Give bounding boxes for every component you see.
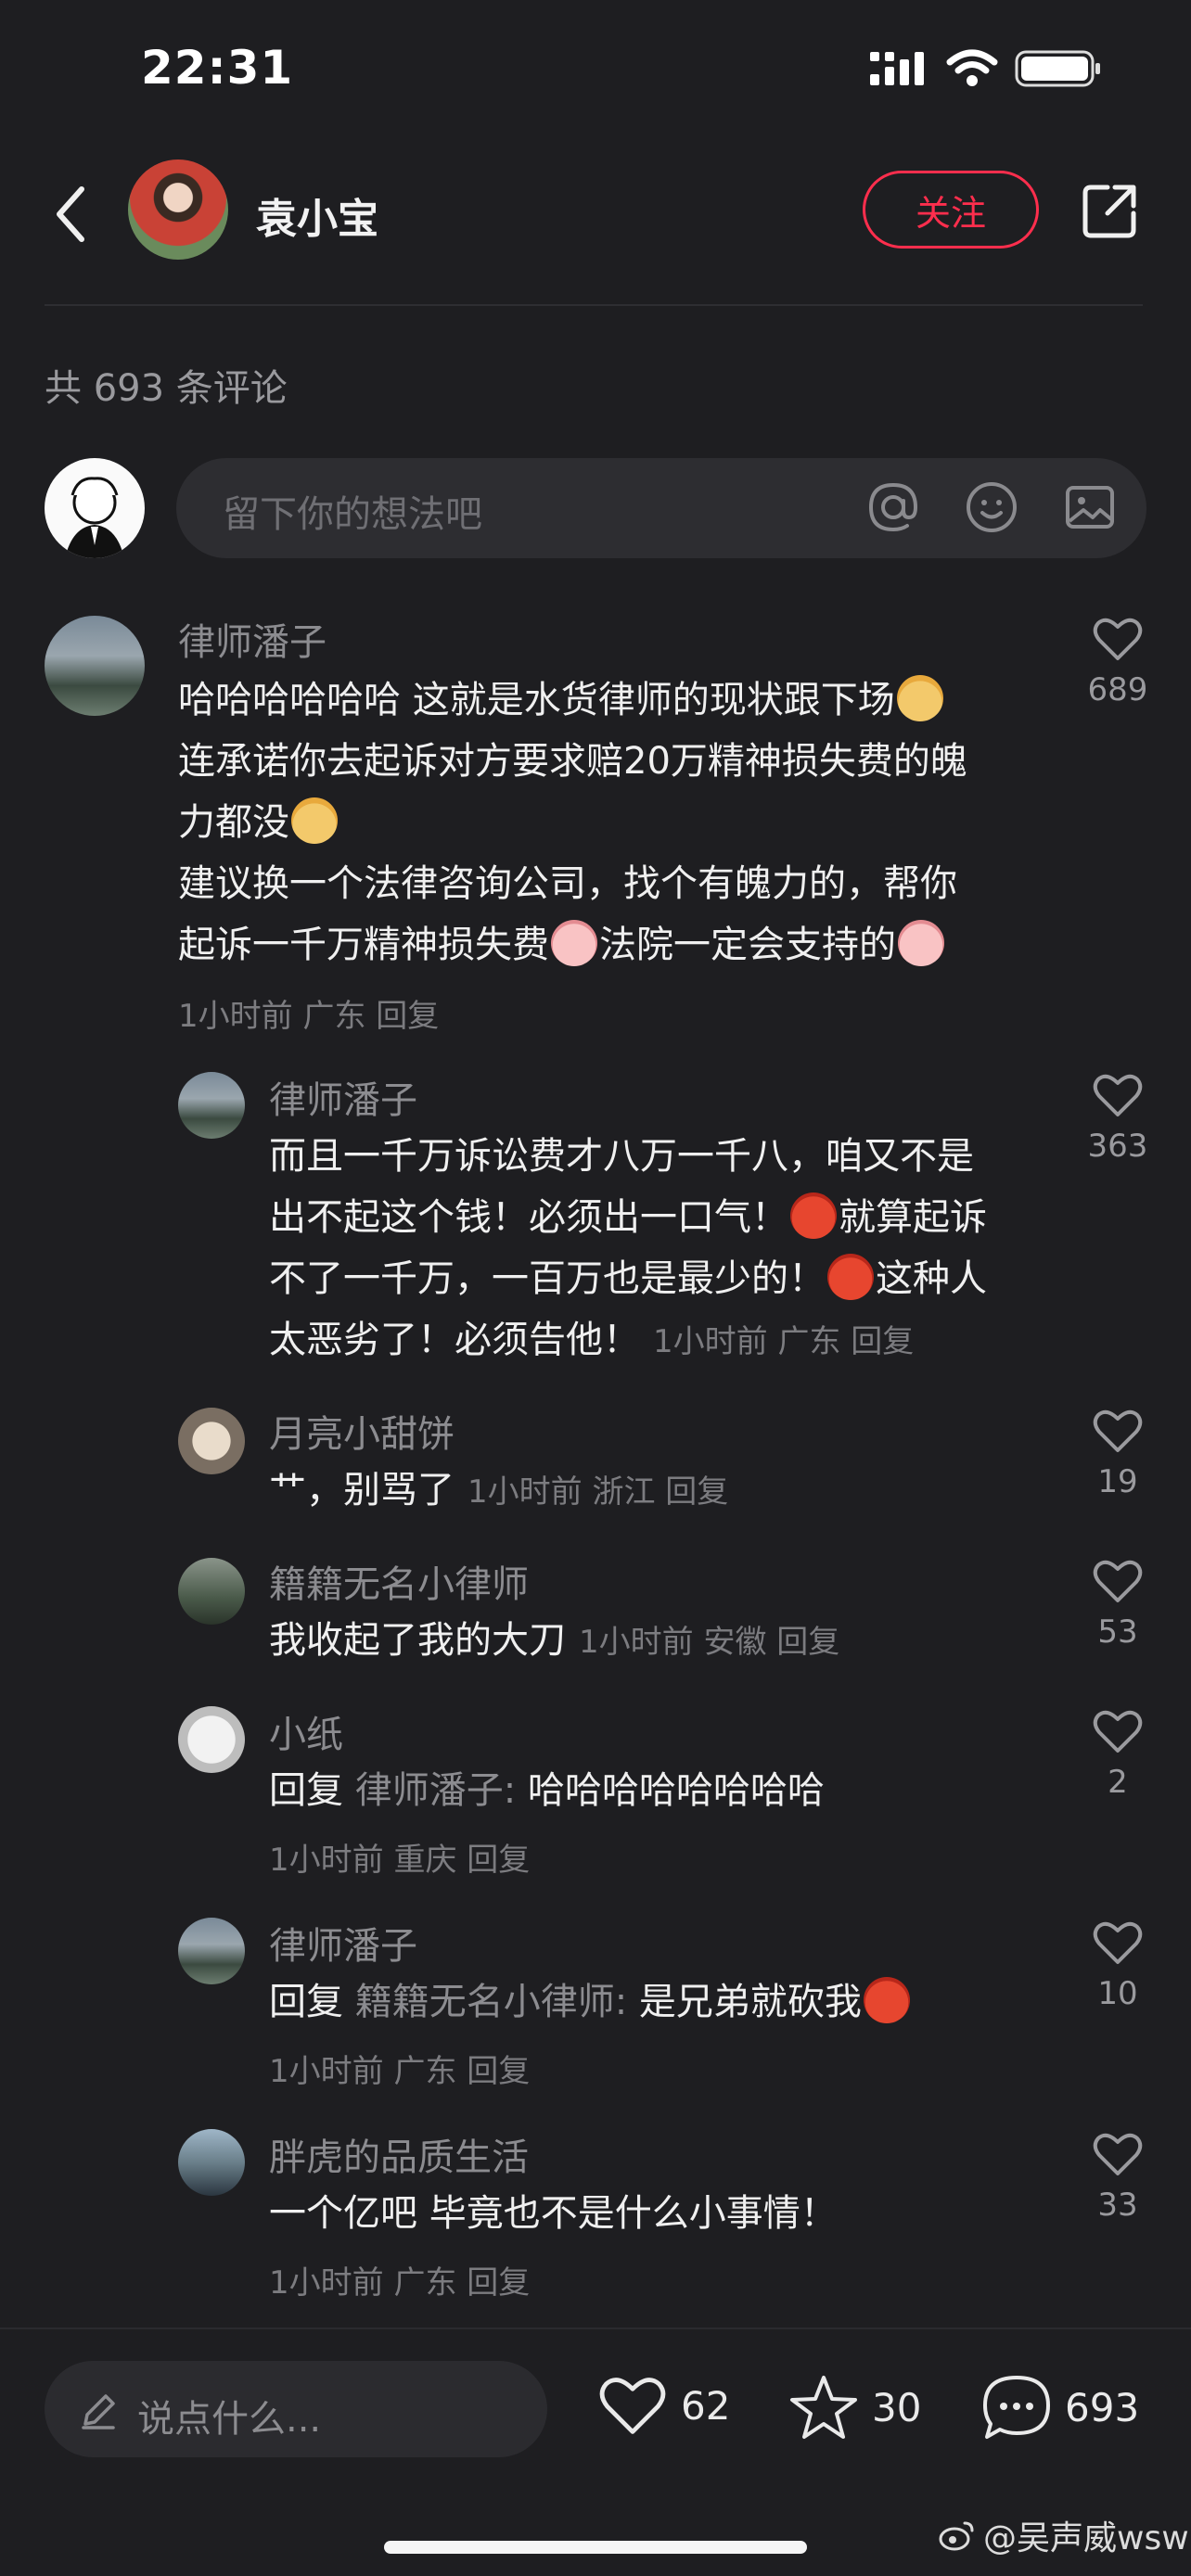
comment-count: 共 693 条评论	[45, 367, 288, 410]
reply-to-user[interactable]: 律师潘子:	[355, 1769, 516, 1812]
home-indicator[interactable]	[384, 2541, 807, 2554]
like-action[interactable]: 62	[597, 2374, 730, 2437]
reply-body: 回复 籍籍无名小律师: 是兄弟就砍我	[269, 1971, 912, 2033]
weibo-logo-icon	[939, 2521, 974, 2551]
reply-author[interactable]: 律师潘子	[269, 1916, 417, 1970]
comment-like[interactable]: 689	[1076, 616, 1159, 708]
emoji-pig-icon	[898, 920, 944, 966]
like-count: 10	[1097, 1975, 1138, 2012]
like-count: 19	[1097, 1463, 1138, 1500]
emoji-face-icon	[291, 797, 338, 844]
heart-icon[interactable]	[1092, 1919, 1144, 1966]
emoji-smile-icon[interactable]	[965, 480, 1018, 534]
comment-meta[interactable]: 1小时前 广东 回复	[178, 990, 439, 1036]
reply-like[interactable]: 2	[1076, 1708, 1159, 1801]
like-count: 33	[1097, 2187, 1138, 2224]
reply-body: 一个亿吧 毕竟也不是什么小事情！	[269, 2192, 838, 2235]
star-action[interactable]: 30	[788, 2374, 921, 2441]
reply-meta[interactable]: 1小时前 广东 回复	[653, 1323, 914, 1360]
reply-body: 回复 律师潘子: 哈哈哈哈哈哈哈哈	[269, 1769, 825, 1812]
cellular-signal-icon	[870, 52, 924, 85]
watermark: @吴声威wsw	[939, 2511, 1189, 2559]
author-name[interactable]: 袁小宝	[256, 185, 378, 245]
emoji-pig-icon	[551, 920, 597, 966]
battery-icon	[1015, 50, 1100, 87]
share-icon[interactable]	[1080, 182, 1139, 241]
reply-avatar[interactable]	[178, 1706, 245, 1773]
heart-icon[interactable]	[1092, 616, 1144, 662]
bottom-divider	[0, 2327, 1191, 2329]
say-placeholder: 说点什么...	[137, 2398, 322, 2441]
emoji-angry-icon	[863, 1977, 910, 2023]
reply-meta[interactable]: 1小时前 浙江 回复	[467, 1473, 728, 1511]
emoji-face-icon	[896, 675, 943, 721]
mention-at-icon[interactable]	[866, 480, 920, 534]
my-avatar[interactable]	[45, 458, 145, 558]
reply-avatar[interactable]	[178, 1918, 245, 1984]
heart-icon[interactable]	[1092, 1708, 1144, 1754]
pencil-icon	[82, 2394, 115, 2429]
reply-like[interactable]: 33	[1076, 2131, 1159, 2224]
input-tools	[866, 480, 1117, 534]
image-picker-icon[interactable]	[1063, 480, 1117, 534]
reply-author[interactable]: 胖虎的品质生活	[269, 2127, 529, 2181]
like-count: 53	[1097, 1613, 1138, 1651]
like-count: 689	[1087, 671, 1148, 708]
comment-input-placeholder: 留下你的想法吧	[223, 493, 482, 536]
comment-author[interactable]: 律师潘子	[178, 612, 327, 666]
reply-author[interactable]: 律师潘子	[269, 1070, 417, 1124]
reply-like[interactable]: 10	[1076, 1919, 1159, 2012]
emoji-angry-icon	[790, 1192, 837, 1239]
say-something-input[interactable]: 说点什么...	[45, 2361, 547, 2457]
like-count: 2	[1108, 1764, 1128, 1801]
reply-meta[interactable]: 1小时前 重庆 回复	[269, 1834, 530, 1880]
reply-like[interactable]: 363	[1076, 1072, 1159, 1165]
heart-icon[interactable]	[1092, 1558, 1144, 1604]
star-total: 30	[872, 2384, 922, 2430]
reply-body: 我收起了我的大刀 1小时前 安徽 回复	[269, 1619, 840, 1662]
reply-body: 艹，别骂了 1小时前 浙江 回复	[269, 1469, 729, 1511]
reply-author[interactable]: 月亮小甜饼	[269, 1404, 455, 1458]
chat-bubble-icon[interactable]	[981, 2374, 1052, 2441]
status-icons	[868, 48, 1102, 89]
comment-action[interactable]: 693	[981, 2374, 1139, 2441]
reply-author[interactable]: 小纸	[269, 1704, 343, 1758]
reply-like[interactable]: 19	[1076, 1408, 1159, 1500]
reply-body: 而且一千万诉讼费才八万一千八，咱又不是 出不起这个钱！必须出一口气！ 就算起诉 不…	[269, 1135, 987, 1361]
back-chevron-icon[interactable]	[48, 182, 95, 247]
like-total: 62	[681, 2382, 731, 2429]
reply-avatar[interactable]	[178, 1558, 245, 1625]
reply-avatar[interactable]	[178, 1072, 245, 1139]
reply-meta[interactable]: 1小时前 安徽 回复	[579, 1624, 839, 1661]
heart-icon[interactable]	[1092, 1072, 1144, 1118]
wifi-icon	[946, 49, 998, 86]
reply-like[interactable]: 53	[1076, 1558, 1159, 1651]
comment-total: 693	[1065, 2384, 1140, 2430]
reply-to-user[interactable]: 籍籍无名小律师:	[355, 1981, 627, 2023]
reply-author[interactable]: 籍籍无名小律师	[269, 1554, 529, 1608]
comment-input[interactable]: 留下你的想法吧	[176, 458, 1146, 558]
reply-avatar[interactable]	[178, 1408, 245, 1474]
comment-body: 哈哈哈哈哈哈 这就是水货律师的现状跟下场 连承诺你去起诉对方要求赔20万精神损失…	[178, 670, 1031, 976]
reply-meta[interactable]: 1小时前 广东 回复	[269, 2046, 530, 2091]
header-divider	[45, 304, 1143, 306]
heart-icon[interactable]	[1092, 1408, 1144, 1454]
author-avatar[interactable]	[128, 159, 228, 260]
like-count: 363	[1087, 1128, 1148, 1165]
reply-avatar[interactable]	[178, 2129, 245, 2196]
heart-icon[interactable]	[597, 2374, 668, 2437]
status-time: 22:31	[141, 41, 294, 95]
sketch-portrait-icon	[65, 477, 124, 558]
heart-icon[interactable]	[1092, 2131, 1144, 2177]
emoji-angry-icon	[827, 1254, 874, 1300]
star-icon[interactable]	[788, 2374, 859, 2441]
reply-meta[interactable]: 1小时前 广东 回复	[269, 2257, 530, 2302]
comment-avatar[interactable]	[45, 616, 145, 716]
follow-button[interactable]: 关注	[863, 171, 1039, 249]
